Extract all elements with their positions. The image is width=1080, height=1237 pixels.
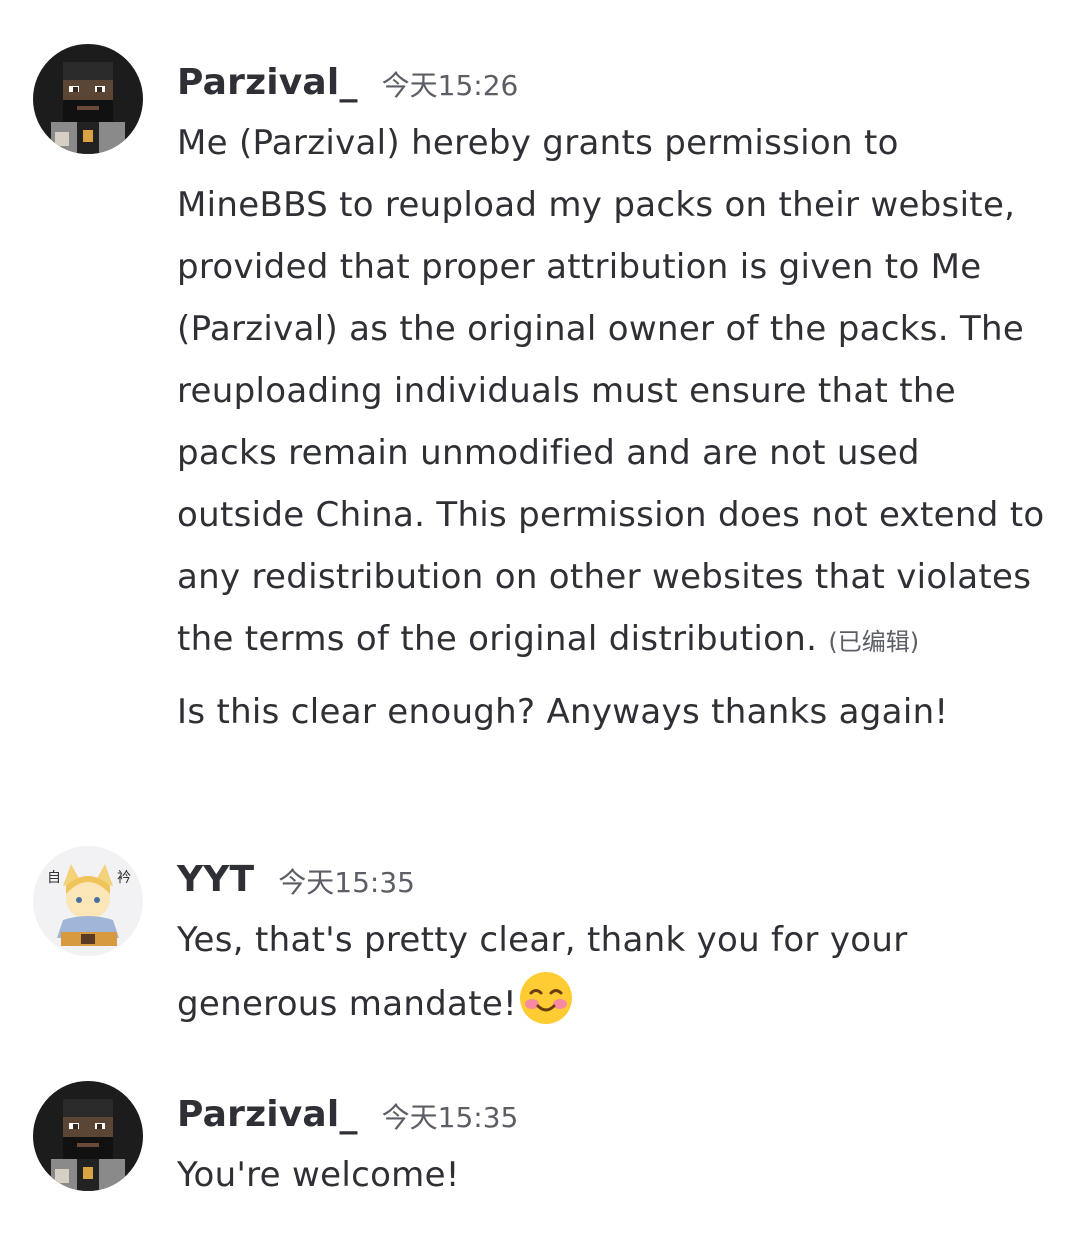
message-text: Yes, that's pretty clear, thank you for … — [177, 909, 1057, 1035]
smiling-blushing-face-emoji-icon — [519, 971, 573, 1025]
message-content: Parzival_ 今天15:26 Me (Parzival) hereby g… — [177, 52, 1057, 743]
username[interactable]: YYT — [177, 859, 254, 900]
timestamp: 今天15:35 — [278, 866, 415, 899]
user-avatar-icon[interactable] — [33, 1081, 143, 1191]
timestamp: 今天15:35 — [381, 1101, 519, 1134]
user-avatar-icon[interactable]: 自 衿 — [33, 846, 143, 956]
edited-label: (已编辑) — [828, 628, 920, 656]
message-body: Me (Parzival) hereby grants permission t… — [177, 123, 1045, 659]
message-text: Me (Parzival) hereby grants permission t… — [177, 112, 1057, 673]
chat-message-list: Parzival_ 今天15:26 Me (Parzival) hereby g… — [0, 0, 1080, 1237]
message-content: Parzival_ 今天15:35 You're welcome! — [177, 1084, 1057, 1206]
message-text: You're welcome! — [177, 1155, 460, 1195]
message-header: Parzival_ 今天15:26 — [177, 52, 1057, 112]
username[interactable]: Parzival_ — [177, 62, 358, 103]
username[interactable]: Parzival_ — [177, 1094, 358, 1135]
svg-text:自: 自 — [47, 870, 61, 886]
message-text: Is this clear enough? Anyways thanks aga… — [177, 692, 949, 732]
message-header: YYT 今天15:35 — [177, 849, 1057, 909]
svg-text:衿: 衿 — [117, 870, 131, 886]
user-avatar-icon[interactable] — [33, 44, 143, 154]
timestamp: 今天15:26 — [381, 69, 519, 102]
message-content: YYT 今天15:35 Yes, that's pretty clear, th… — [177, 849, 1057, 1035]
message-header: Parzival_ 今天15:35 — [177, 1084, 1057, 1144]
